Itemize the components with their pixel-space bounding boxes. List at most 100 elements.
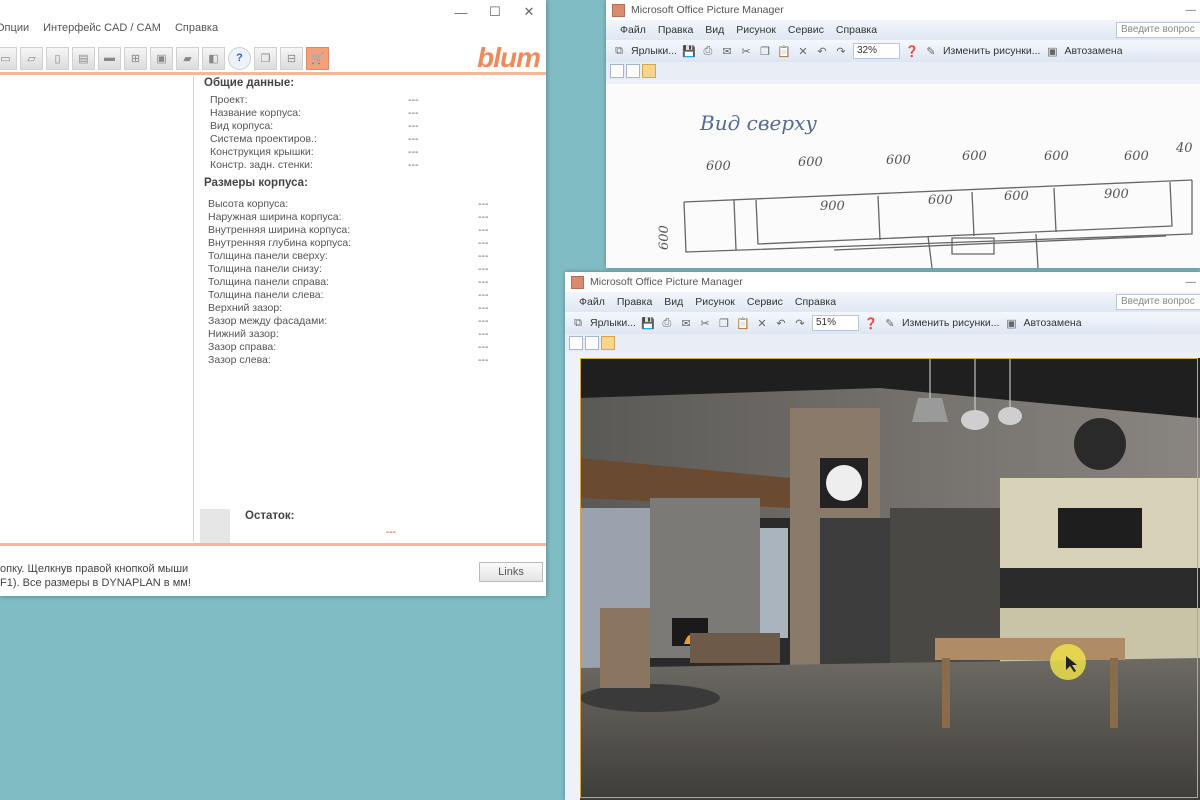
tool-box-icon[interactable]: ▣ bbox=[150, 46, 173, 70]
rotate-left-icon[interactable]: ↶ bbox=[815, 44, 829, 58]
copy-icon[interactable]: ❐ bbox=[254, 46, 277, 70]
menu-tools[interactable]: Сервис bbox=[788, 24, 824, 36]
sketch-dim: 600 bbox=[1004, 189, 1029, 204]
dimensions-title: Размеры корпуса: bbox=[204, 177, 308, 189]
window-title: Microsoft Office Picture Manager bbox=[590, 276, 743, 288]
mail-icon[interactable]: ✉ bbox=[679, 316, 693, 330]
minimize-icon[interactable]: — bbox=[1186, 4, 1197, 16]
dimension-row-label: Зазор слева: bbox=[208, 354, 271, 366]
shortcuts-button[interactable]: Ярлыки... bbox=[631, 45, 677, 57]
menu-options[interactable]: Опции bbox=[0, 22, 29, 40]
help-icon[interactable]: ❓ bbox=[864, 316, 878, 330]
dimension-row: Наружная ширина корпуса: --- bbox=[208, 211, 489, 224]
dimension-row-value: --- bbox=[478, 237, 489, 249]
print-icon[interactable]: ⎙ bbox=[701, 44, 715, 58]
menu-help[interactable]: Справка bbox=[836, 24, 877, 36]
links-button[interactable]: Links bbox=[479, 562, 543, 582]
mail-icon[interactable]: ✉ bbox=[720, 44, 734, 58]
general-data-row-label: Конструкция крышки: bbox=[210, 146, 314, 158]
cut-icon[interactable]: ✂ bbox=[698, 316, 712, 330]
panel-splitter[interactable] bbox=[193, 76, 194, 542]
thumbnail-view-icon[interactable] bbox=[610, 64, 624, 78]
rotate-right-icon[interactable]: ↷ bbox=[834, 44, 848, 58]
dimension-row: Зазор справа: --- bbox=[208, 341, 489, 354]
menu-view[interactable]: Вид bbox=[664, 296, 683, 308]
rest-value: --- bbox=[386, 527, 396, 538]
filmstrip-view-icon[interactable] bbox=[585, 336, 599, 350]
tool-front-icon[interactable]: ▤ bbox=[72, 46, 95, 70]
tool-side-icon[interactable]: ▯ bbox=[46, 46, 69, 70]
maximize-icon[interactable]: ☐ bbox=[478, 0, 512, 24]
autocorrect-button[interactable]: Автозамена bbox=[1064, 45, 1122, 57]
single-picture-view-icon[interactable] bbox=[601, 336, 615, 350]
general-data-row: Система проектиров.: --- bbox=[210, 133, 419, 146]
print-icon[interactable]: ⎙ bbox=[660, 316, 674, 330]
picture-manager-icon bbox=[571, 275, 584, 289]
menu-help[interactable]: Справка bbox=[795, 296, 836, 308]
autocorrect-icon[interactable]: ▣ bbox=[1004, 316, 1018, 330]
menu-picture[interactable]: Рисунок bbox=[736, 24, 776, 36]
tool-hinge-icon[interactable]: ◧ bbox=[202, 46, 225, 70]
single-picture-view-icon[interactable] bbox=[642, 64, 656, 78]
title-bar: Microsoft Office Picture Manager — bbox=[565, 272, 1200, 292]
menu-bar: Файл Правка Вид Рисунок Сервис Справка В… bbox=[565, 292, 1200, 312]
paste-icon[interactable]: 📋 bbox=[777, 44, 791, 58]
sketch-line bbox=[733, 199, 737, 251]
close-icon[interactable]: ✕ bbox=[512, 0, 546, 24]
tool-lift-icon[interactable]: ▰ bbox=[176, 46, 199, 70]
menu-cad-cam[interactable]: Интерфейс CAD / CAM bbox=[43, 22, 161, 40]
menu-edit[interactable]: Правка bbox=[617, 296, 652, 308]
filmstrip-view-icon[interactable] bbox=[626, 64, 640, 78]
rotate-left-icon[interactable]: ↶ bbox=[774, 316, 788, 330]
shortcuts-icon[interactable]: ⧉ bbox=[612, 44, 626, 58]
rotate-right-icon[interactable]: ↷ bbox=[793, 316, 807, 330]
autocorrect-button[interactable]: Автозамена bbox=[1023, 317, 1081, 329]
dimension-row: Толщина панели снизу: --- bbox=[208, 263, 489, 276]
dimension-row-label: Толщина панели справа: bbox=[208, 276, 329, 288]
tool-panel-icon[interactable]: ▱ bbox=[20, 46, 43, 70]
menu-file[interactable]: Файл bbox=[620, 24, 646, 36]
menu-edit[interactable]: Правка bbox=[658, 24, 693, 36]
cart-icon[interactable]: 🛒 bbox=[306, 46, 329, 70]
shortcuts-button[interactable]: Ярлыки... bbox=[590, 317, 636, 329]
thumbnail-view-icon[interactable] bbox=[569, 336, 583, 350]
dimension-row-value: --- bbox=[478, 289, 489, 301]
dimension-row-label: Высота корпуса: bbox=[208, 198, 289, 210]
edit-icon[interactable]: ✎ bbox=[924, 44, 938, 58]
menu-file[interactable]: Файл bbox=[579, 296, 605, 308]
tool-cabinet-icon[interactable]: ▭ bbox=[0, 46, 17, 70]
tool-drawer-icon[interactable]: ▬ bbox=[98, 46, 121, 70]
tool-frame-icon[interactable]: ⊞ bbox=[124, 46, 147, 70]
help-icon[interactable]: ? bbox=[228, 46, 251, 70]
help-icon[interactable]: ❓ bbox=[905, 44, 919, 58]
cut-icon[interactable]: ✂ bbox=[739, 44, 753, 58]
autocorrect-icon[interactable]: ▣ bbox=[1045, 44, 1059, 58]
shortcuts-icon[interactable]: ⧉ bbox=[571, 316, 585, 330]
menu-view[interactable]: Вид bbox=[705, 24, 724, 36]
save-icon[interactable]: 💾 bbox=[682, 44, 696, 58]
paste-icon[interactable]: 📋 bbox=[736, 316, 750, 330]
copy-icon[interactable]: ❐ bbox=[758, 44, 772, 58]
sketch-dim: 600 bbox=[657, 225, 672, 250]
dimension-row: Верхний зазор: --- bbox=[208, 302, 489, 315]
sketch-dim: 900 bbox=[1104, 187, 1129, 202]
sketch-dim: 600 bbox=[798, 155, 823, 170]
edit-icon[interactable]: ✎ bbox=[883, 316, 897, 330]
delete-icon[interactable]: ✕ bbox=[796, 44, 810, 58]
minimize-icon[interactable]: — bbox=[444, 0, 478, 24]
menu-picture[interactable]: Рисунок bbox=[695, 296, 735, 308]
general-data-row-label: Вид корпуса: bbox=[210, 120, 274, 132]
delete-icon[interactable]: ✕ bbox=[755, 316, 769, 330]
ask-question-input[interactable]: Введите вопрос bbox=[1116, 22, 1200, 38]
calculator-icon[interactable]: ⊟ bbox=[280, 46, 303, 70]
edit-pictures-button[interactable]: Изменить рисунки... bbox=[943, 45, 1041, 57]
minimize-icon[interactable]: — bbox=[1186, 276, 1197, 288]
ask-question-input[interactable]: Введите вопрос bbox=[1116, 294, 1200, 310]
edit-pictures-button[interactable]: Изменить рисунки... bbox=[902, 317, 1000, 329]
save-icon[interactable]: 💾 bbox=[641, 316, 655, 330]
menu-help[interactable]: Справка bbox=[175, 22, 218, 40]
copy-icon[interactable]: ❐ bbox=[717, 316, 731, 330]
menu-tools[interactable]: Сервис bbox=[747, 296, 783, 308]
zoom-select[interactable]: 32% bbox=[852, 43, 900, 59]
zoom-select[interactable]: 51% bbox=[811, 315, 859, 331]
